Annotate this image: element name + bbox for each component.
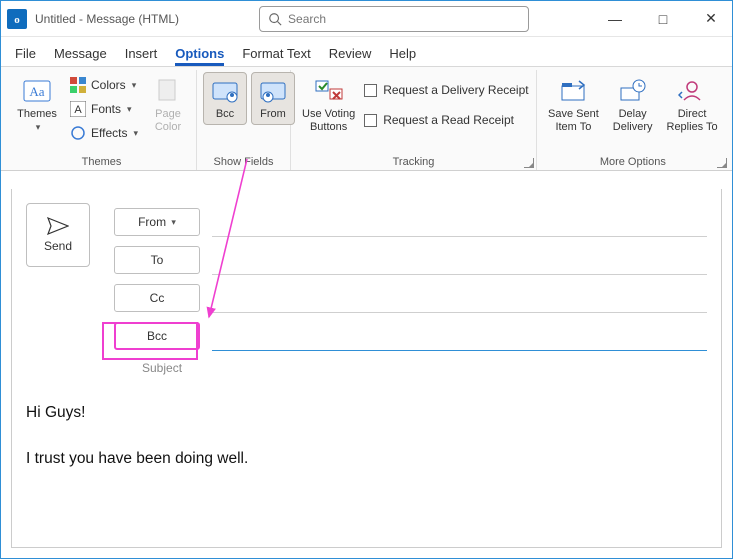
page-color-button[interactable]: Page Color bbox=[146, 72, 190, 138]
save-sent-item-to-button[interactable]: Save Sent Item To bbox=[543, 72, 604, 138]
search-icon bbox=[268, 12, 282, 26]
svg-text:Aa: Aa bbox=[29, 84, 44, 99]
tab-review[interactable]: Review bbox=[329, 46, 372, 66]
chevron-down-icon: ▾ bbox=[36, 121, 41, 134]
subject-label: Subject bbox=[142, 361, 707, 375]
delay-delivery-button[interactable]: Delay Delivery bbox=[608, 72, 658, 138]
tab-format-text[interactable]: Format Text bbox=[242, 46, 310, 66]
send-icon bbox=[47, 217, 69, 235]
bcc-icon bbox=[209, 76, 241, 106]
tab-file[interactable]: File bbox=[15, 46, 36, 66]
dialog-launcher-icon[interactable] bbox=[524, 158, 534, 168]
from-input[interactable] bbox=[212, 236, 707, 237]
tab-help[interactable]: Help bbox=[389, 46, 416, 66]
group-tracking: Use Voting Buttons Request a Delivery Re… bbox=[291, 70, 537, 170]
delay-icon bbox=[617, 76, 649, 106]
to-input[interactable] bbox=[212, 274, 707, 275]
group-more-options: Save Sent Item To Delay Delivery Direct … bbox=[537, 70, 729, 170]
tab-message[interactable]: Message bbox=[54, 46, 107, 66]
bcc-button[interactable]: Bcc bbox=[203, 72, 247, 125]
group-show-fields: Bcc From Show Fields bbox=[197, 70, 291, 170]
cc-input[interactable] bbox=[212, 312, 707, 313]
from-icon bbox=[257, 76, 289, 106]
checkbox-icon bbox=[364, 84, 377, 97]
from-field-button[interactable]: From ▾ bbox=[114, 208, 200, 236]
from-button[interactable]: From bbox=[251, 72, 295, 125]
group-label-themes: Themes bbox=[13, 154, 190, 170]
bcc-field-button[interactable]: Bcc bbox=[114, 322, 200, 350]
request-read-receipt[interactable]: Request a Read Receipt bbox=[364, 110, 528, 130]
to-field-button[interactable]: To bbox=[114, 246, 200, 274]
body-line: I trust you have been doing well. bbox=[26, 449, 707, 469]
maximize-button[interactable]: □ bbox=[650, 11, 676, 27]
group-label-more-options: More Options bbox=[543, 154, 723, 170]
use-voting-buttons[interactable]: Use Voting Buttons bbox=[297, 72, 360, 138]
colors-button[interactable]: Colors▾ bbox=[65, 74, 142, 96]
save-sent-icon bbox=[557, 76, 589, 106]
themes-button[interactable]: Aa Themes ▾ bbox=[13, 72, 61, 138]
group-label-tracking: Tracking bbox=[297, 154, 530, 170]
ribbon-tabs: File Message Insert Options Format Text … bbox=[1, 37, 732, 67]
body-line: Hi Guys! bbox=[26, 403, 707, 423]
direct-replies-to-button[interactable]: Direct Replies To bbox=[662, 72, 723, 138]
chevron-down-icon: ▾ bbox=[171, 217, 176, 228]
cc-field-button[interactable]: Cc bbox=[114, 284, 200, 312]
bcc-input[interactable] bbox=[212, 350, 707, 351]
fonts-button[interactable]: A Fonts▾ bbox=[65, 98, 142, 120]
search-placeholder: Search bbox=[288, 12, 326, 26]
voting-icon bbox=[313, 76, 345, 106]
group-label-show-fields: Show Fields bbox=[203, 154, 284, 170]
checkbox-icon bbox=[364, 114, 377, 127]
dialog-launcher-icon[interactable] bbox=[717, 158, 727, 168]
svg-text:o: o bbox=[14, 14, 20, 26]
minimize-button[interactable]: ― bbox=[602, 11, 628, 27]
tab-insert[interactable]: Insert bbox=[125, 46, 158, 66]
request-delivery-receipt[interactable]: Request a Delivery Receipt bbox=[364, 80, 528, 100]
tab-options[interactable]: Options bbox=[175, 46, 224, 66]
window-title: Untitled - Message (HTML) bbox=[35, 12, 179, 26]
close-button[interactable]: ✕ bbox=[698, 10, 724, 27]
page-color-icon bbox=[152, 76, 184, 106]
ribbon: Aa Themes ▾ Colors▾ A Fonts▾ Effects▾ bbox=[1, 67, 732, 171]
search-input[interactable]: Search bbox=[259, 6, 529, 32]
themes-icon: Aa bbox=[21, 76, 53, 106]
compose-area: Send From ▾ To Cc Bcc Subject bbox=[11, 189, 722, 548]
fonts-icon: A bbox=[69, 100, 87, 118]
effects-button[interactable]: Effects▾ bbox=[65, 122, 142, 144]
message-body[interactable]: Hi Guys! I trust you have been doing wel… bbox=[12, 375, 721, 523]
send-button[interactable]: Send bbox=[26, 203, 90, 267]
direct-replies-icon bbox=[676, 76, 708, 106]
colors-icon bbox=[69, 76, 87, 94]
svg-text:A: A bbox=[74, 104, 82, 116]
group-themes: Aa Themes ▾ Colors▾ A Fonts▾ Effects▾ bbox=[7, 70, 197, 170]
effects-icon bbox=[69, 124, 87, 142]
outlook-app-icon: o bbox=[7, 9, 27, 29]
title-bar: o Untitled - Message (HTML) Search ― □ ✕ bbox=[1, 1, 732, 37]
